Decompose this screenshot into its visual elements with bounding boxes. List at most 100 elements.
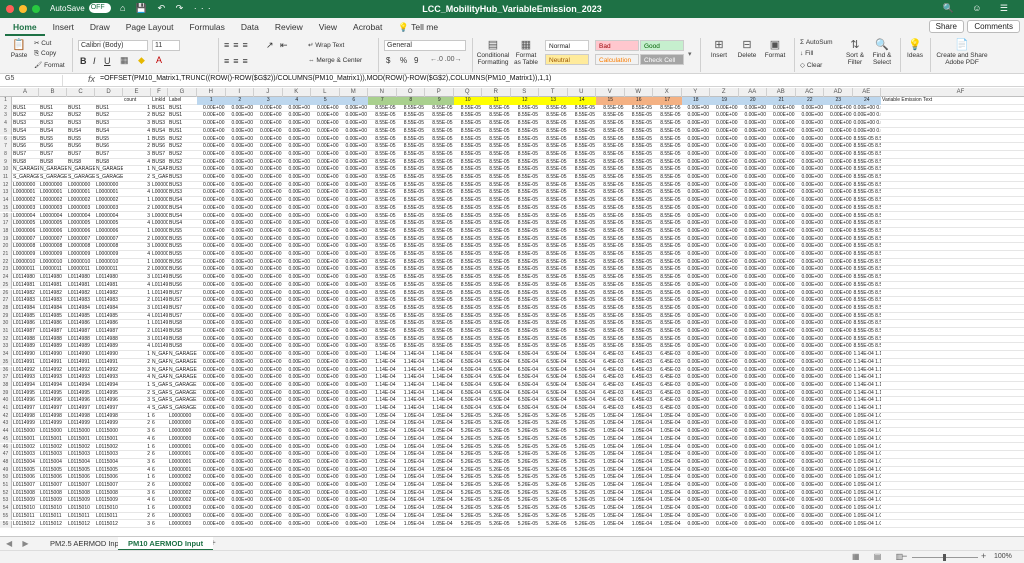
cell[interactable]: 0.00E+00 0.00E+00 0.00E+00 0.00E+00 0.00… [853,112,882,120]
cell[interactable]: BUS2 [151,112,168,120]
cell[interactable]: 8.55E-05 [454,128,483,136]
cell[interactable]: 0.00E+00 [226,359,255,367]
cell[interactable]: 6.45E-03 [596,390,625,398]
sheet-tab-1[interactable]: PM10 AERMOD Input [118,537,214,551]
cell[interactable]: 6.45E-03 [596,367,625,375]
cell[interactable]: 1.05E-04 1.05E-04 1.05E-04 5.26E-05 5.26… [853,505,882,513]
cell[interactable]: 0.00E+00 [283,444,312,452]
cell[interactable]: 0.00E+00 [739,328,768,336]
cell[interactable]: 6.50E-04 [568,390,597,398]
cell[interactable]: 0.00E+00 [710,459,739,467]
cell[interactable]: 0.00E+00 [796,390,825,398]
cell[interactable]: 0.00E+00 [796,159,825,167]
cell[interactable]: 0.00E+00 [739,436,768,444]
cell[interactable]: 0.00E+00 [226,428,255,436]
cell[interactable]: L0114986 [12,320,39,328]
cell[interactable]: 1.05E-04 [625,459,654,467]
cell[interactable]: L0115009 [67,497,95,505]
cell[interactable]: 0.00E+00 [767,274,796,282]
cell[interactable]: 0.00E+00 [283,521,312,529]
cell[interactable]: L0000002 [168,474,197,482]
cell[interactable]: 0.00E+00 [824,405,853,413]
cell[interactable]: L0000001 [168,459,197,467]
cell[interactable]: BUS3 [168,182,197,190]
row-number[interactable]: 1 [0,97,12,105]
cell[interactable]: 8.55E-05 8.55E-05 8.55E-05 8.55E-05 8.55… [853,297,882,305]
cell[interactable]: 0.00E+00 [226,143,255,151]
cell[interactable]: 0.00E+00 [311,236,340,244]
cell[interactable]: 8.55E-05 [397,274,426,282]
cell[interactable]: 0.00E+00 [311,482,340,490]
cell[interactable]: 8.55E-05 [482,320,511,328]
cell[interactable]: L0115011 [12,513,39,521]
cell[interactable]: 0.00E+00 [796,505,825,513]
cell[interactable]: 0.00E+00 [682,467,711,475]
row-number[interactable]: 50 [0,474,12,482]
ribbon-tab-7[interactable]: View [311,18,345,36]
cell[interactable]: 8.55E-05 [425,189,454,197]
row-number[interactable]: 23 [0,266,12,275]
cell[interactable]: 8.55E-05 [539,328,568,336]
cell[interactable]: 8.55E-05 8.55E-05 8.55E-05 8.55E-05 8.55… [853,220,882,228]
cell[interactable]: 0.00E+00 [796,436,825,444]
cell[interactable]: 5.26E-05 [539,505,568,513]
share-button[interactable]: Share [928,20,964,33]
cell[interactable]: 0.00E+00 [710,174,739,182]
cell[interactable]: 5.26E-05 [539,436,568,444]
column-label[interactable]: 9 [425,97,454,105]
cell[interactable]: 8.55E-05 [596,151,625,159]
cell[interactable]: 0.00E+00 [682,297,711,305]
cell[interactable]: 6.50E-04 [539,359,568,367]
cell[interactable]: L0000004 [151,213,168,221]
cell[interactable]: 8.55E-05 [596,251,625,259]
cell[interactable]: 0.00E+00 [739,236,768,244]
cell[interactable]: 6.45E-03 [653,405,682,413]
cell[interactable]: 0.00E+00 [710,436,739,444]
cell[interactable]: 0.00E+00 [340,174,369,182]
cell[interactable]: 1.05E-04 [653,451,682,459]
cell[interactable]: 8.55E-05 [539,336,568,344]
cell[interactable]: L0114990 [12,351,39,359]
cell[interactable]: 0.00E+00 [824,367,853,375]
cell[interactable]: 8.55E-05 [454,189,483,197]
cell[interactable]: L0000006 [67,228,95,236]
cell[interactable]: 0.00E+00 [767,290,796,298]
cell[interactable]: 0.00E+00 [710,297,739,305]
cell[interactable]: 8.55E-05 [539,343,568,351]
cell[interactable]: 0.00E+00 [739,297,768,305]
cell[interactable]: 8.55E-05 [539,243,568,251]
column-header-R[interactable]: R [482,88,511,97]
cell[interactable]: 1.05E-04 [425,436,454,444]
cell[interactable]: 0.00E+00 [824,336,853,344]
cell[interactable]: 8.55E-05 [454,259,483,267]
cell[interactable]: 0.00E+00 [796,274,825,282]
cell[interactable]: 8.55E-05 [653,282,682,290]
cell[interactable]: 1.05E-04 [368,490,397,498]
copy-button[interactable]: ⎘ Copy [34,50,56,58]
cell[interactable]: 8.55E-05 [539,189,568,197]
cell[interactable]: 8.55E-05 [397,205,426,213]
cell[interactable]: 0.00E+00 [340,182,369,190]
cell[interactable]: 8.55E-05 [454,166,483,174]
cell[interactable]: L0000001 [12,189,39,197]
cell[interactable]: 0.00E+00 [197,243,226,251]
cell[interactable]: 5.26E-05 [568,459,597,467]
cell[interactable]: 0.00E+00 [710,220,739,228]
cell[interactable]: 5.26E-05 [454,490,483,498]
cell[interactable]: L0115012 [95,521,123,529]
cell[interactable]: 8.55E-05 [596,274,625,282]
cell[interactable]: L0000000 [168,413,197,421]
cell[interactable]: 8.55E-05 8.55E-05 8.55E-05 8.55E-05 8.55… [853,182,882,190]
cell[interactable]: 0.00E+00 [226,343,255,351]
cell[interactable]: 0.00E+00 [682,282,711,290]
cell[interactable]: 8.55E-05 [425,112,454,120]
cell[interactable]: 8.55E-05 [511,120,540,128]
cell[interactable]: L0115012 [67,521,95,529]
cell[interactable]: 8.55E-05 [511,328,540,336]
cell[interactable]: L0115005 [67,467,95,475]
cell[interactable]: 1.05E-04 [596,505,625,513]
cell[interactable]: 8.55E-05 [368,112,397,120]
cell[interactable]: 1.05E-04 [397,505,426,513]
cell[interactable]: 0.00E+00 [226,205,255,213]
cell[interactable]: 0.00E+00 [682,397,711,405]
